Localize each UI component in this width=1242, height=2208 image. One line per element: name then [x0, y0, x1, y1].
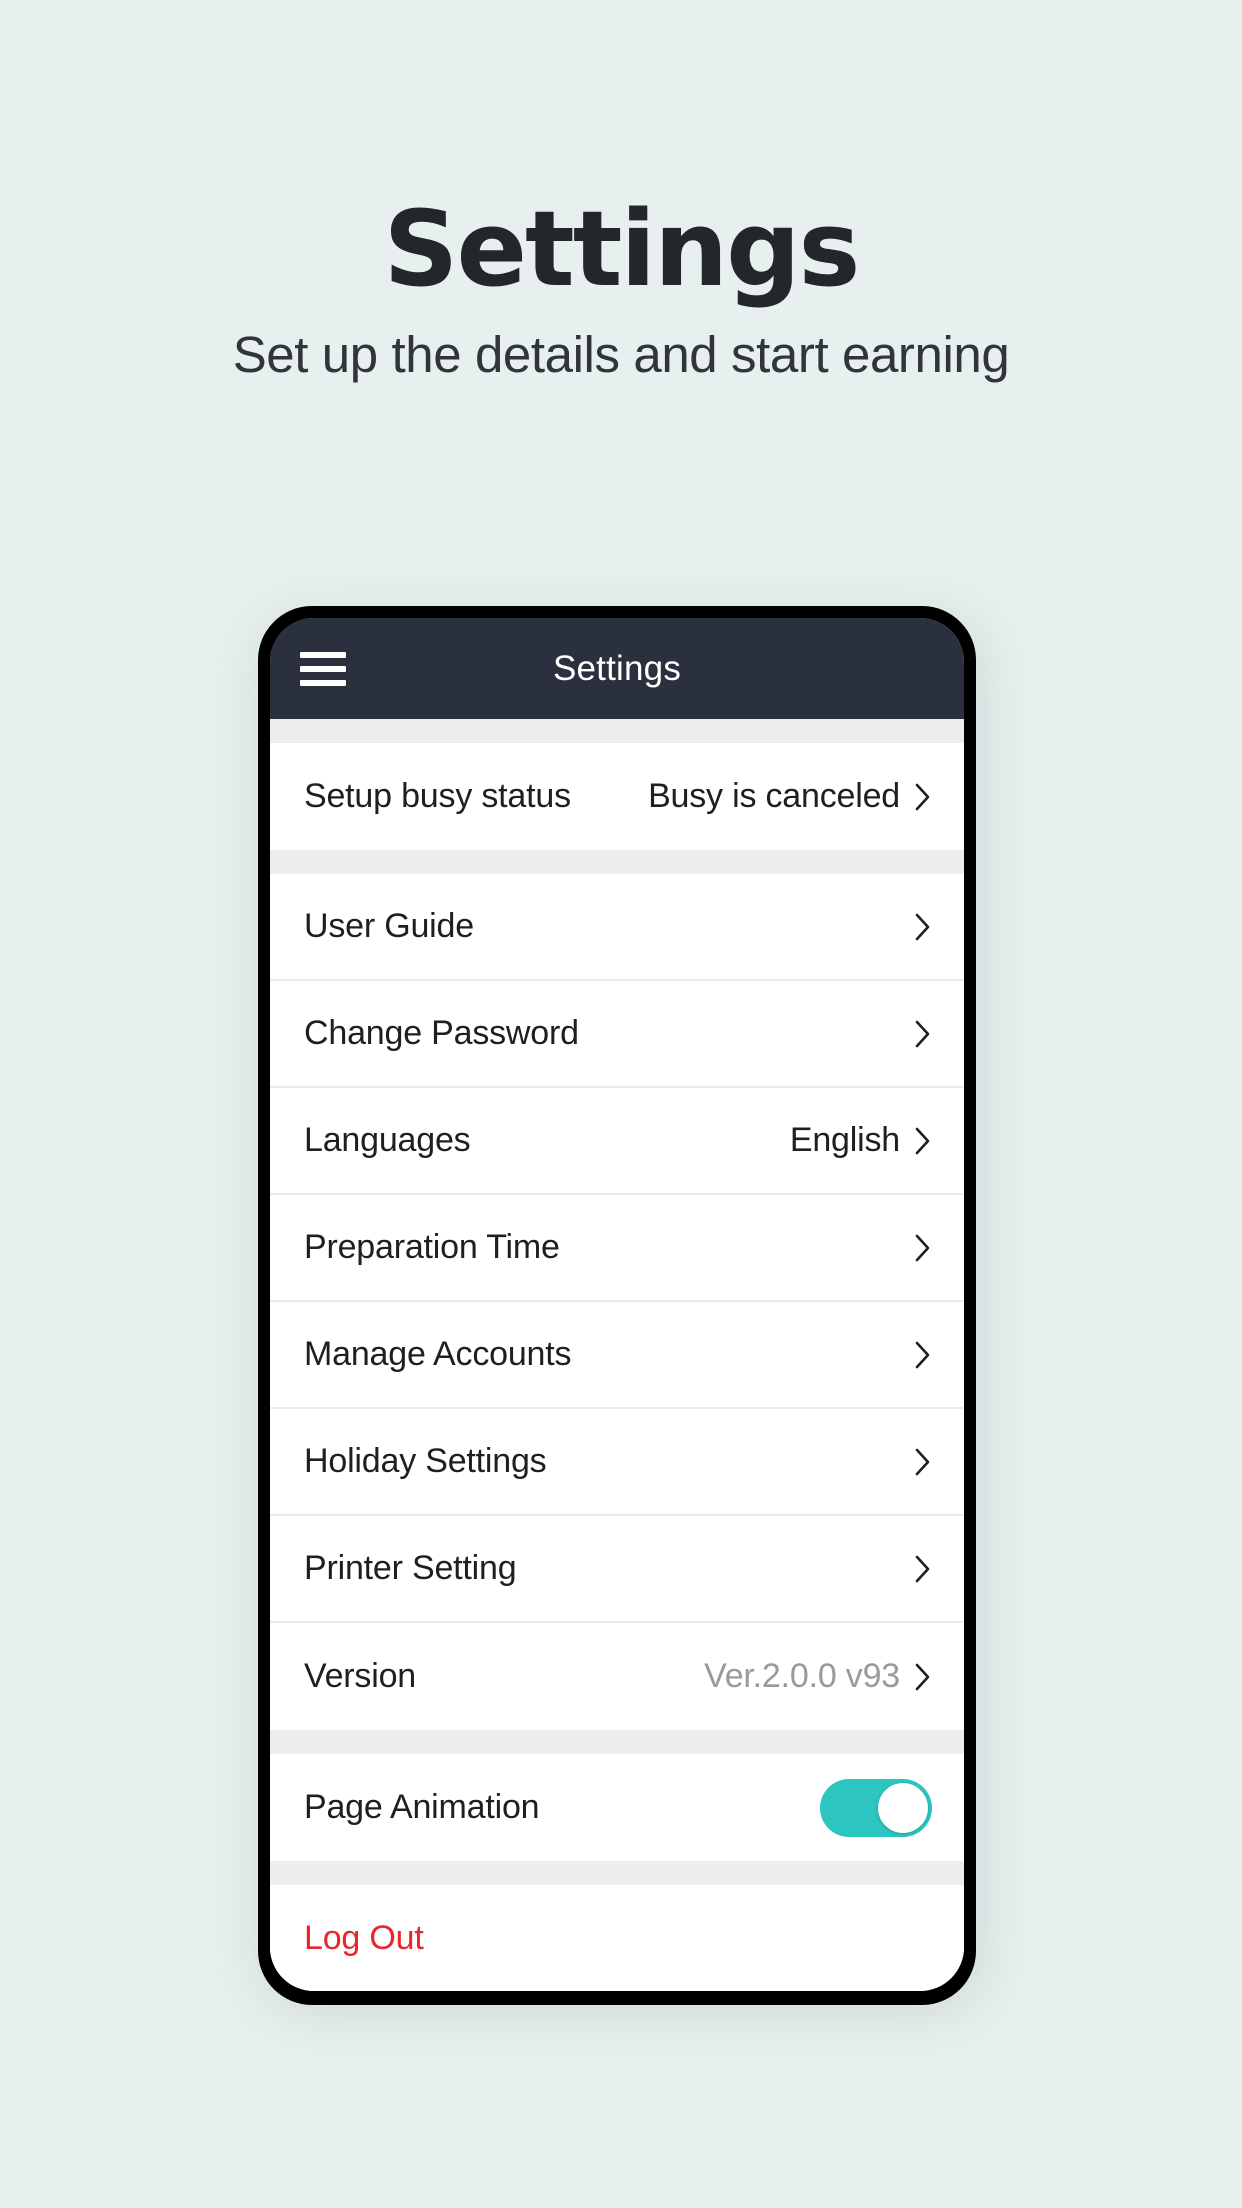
list-item-version[interactable]: Version Ver.2.0.0 v93	[270, 1623, 964, 1730]
list-item-label: Version	[304, 1657, 417, 1695]
list-item-label: Page Animation	[304, 1788, 540, 1826]
chevron-right-icon	[914, 1019, 932, 1049]
chevron-right-icon	[914, 1662, 932, 1692]
page-animation-toggle[interactable]	[820, 1778, 932, 1837]
chevron-right-icon	[914, 1340, 932, 1370]
chevron-right-icon	[914, 1126, 932, 1156]
app-bar-title: Settings	[552, 648, 682, 688]
chevron-right-icon	[914, 1447, 932, 1477]
hamburger-menu-icon[interactable]	[300, 651, 346, 686]
list-top-gap	[270, 719, 964, 743]
chevron-right-icon	[914, 912, 932, 942]
settings-group-animation: Page Animation	[270, 1754, 964, 1861]
list-item-label: Change Password	[304, 1014, 579, 1052]
list-item-user-guide[interactable]: User Guide	[270, 874, 964, 981]
list-item-page-animation[interactable]: Page Animation	[270, 1754, 964, 1861]
list-item-change-password[interactable]: Change Password	[270, 981, 964, 1088]
list-item-label: Printer Setting	[304, 1549, 517, 1587]
page-subtitle: Set up the details and start earning	[232, 326, 1010, 384]
list-item-label: Manage Accounts	[304, 1335, 572, 1373]
list-item-preparation-time[interactable]: Preparation Time	[270, 1195, 964, 1302]
list-item-label: User Guide	[304, 907, 474, 945]
list-item-setup-busy-status[interactable]: Setup busy status Busy is canceled	[270, 743, 964, 850]
toggle-knob	[878, 1782, 928, 1833]
list-item-holiday-settings[interactable]: Holiday Settings	[270, 1409, 964, 1516]
list-item-value: Ver.2.0.0 v93	[704, 1657, 900, 1695]
phone-mockup: Settings Setup busy status Busy is cance…	[258, 606, 976, 2005]
phone-screen: Settings Setup busy status Busy is cance…	[270, 618, 964, 1991]
list-item-label: Languages	[304, 1121, 471, 1159]
chevron-right-icon	[914, 1554, 932, 1584]
list-item-printer-setting[interactable]: Printer Setting	[270, 1516, 964, 1623]
promo-header: Settings Set up the details and start ea…	[0, 0, 1242, 385]
settings-list: Setup busy status Busy is canceled User …	[270, 719, 964, 1991]
settings-group-status: Setup busy status Busy is canceled	[270, 743, 964, 850]
list-item-label: Setup busy status	[304, 777, 571, 815]
list-item-manage-accounts[interactable]: Manage Accounts	[270, 1302, 964, 1409]
chevron-right-icon	[914, 1233, 932, 1263]
group-gap-2	[270, 1730, 964, 1754]
app-bar: Settings	[270, 618, 964, 719]
settings-group-main: User Guide Change Password Languages Eng…	[270, 874, 964, 1730]
settings-group-logout: Log Out	[270, 1885, 964, 1991]
group-gap-1	[270, 850, 964, 874]
list-item-label: Holiday Settings	[304, 1442, 547, 1480]
list-item-value: Busy is canceled	[648, 777, 900, 815]
list-item-value: English	[789, 1121, 900, 1159]
list-item-label: Preparation Time	[304, 1228, 560, 1266]
list-item-languages[interactable]: Languages English	[270, 1088, 964, 1195]
group-gap-3	[270, 1861, 964, 1885]
log-out-label: Log Out	[304, 1919, 424, 1957]
list-item-log-out[interactable]: Log Out	[270, 1885, 964, 1991]
chevron-right-icon	[914, 782, 932, 812]
page-title: Settings	[383, 188, 861, 310]
